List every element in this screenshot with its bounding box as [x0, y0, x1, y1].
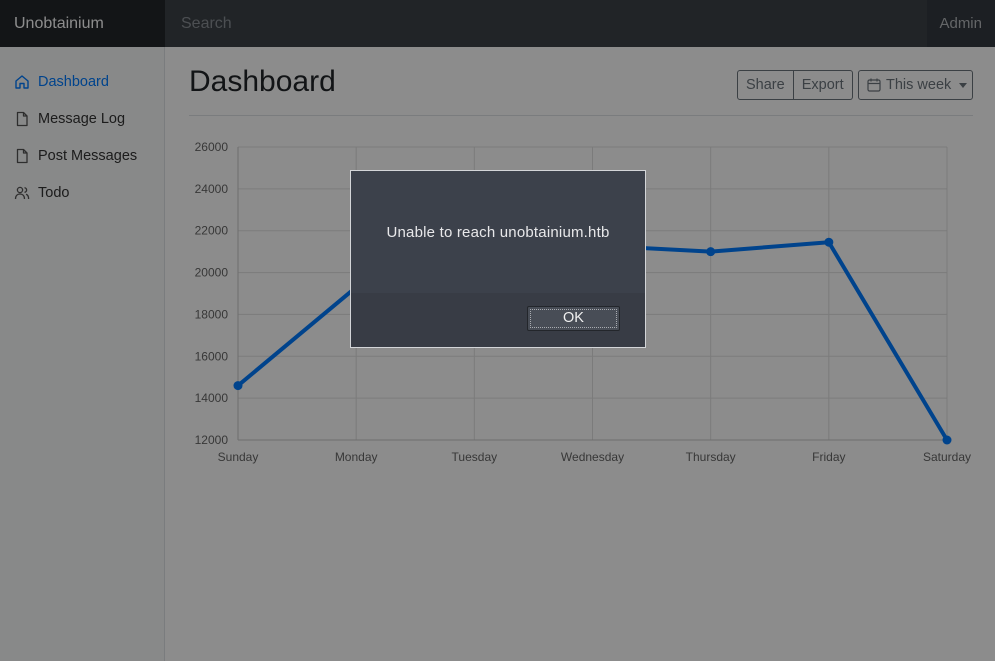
alert-footer: OK — [351, 293, 645, 347]
ok-button-label: OK — [530, 309, 617, 328]
alert-dialog: Unable to reach unobtainium.htb OK — [350, 170, 646, 348]
ok-button[interactable]: OK — [527, 306, 620, 331]
alert-message: Unable to reach unobtainium.htb — [386, 223, 610, 241]
